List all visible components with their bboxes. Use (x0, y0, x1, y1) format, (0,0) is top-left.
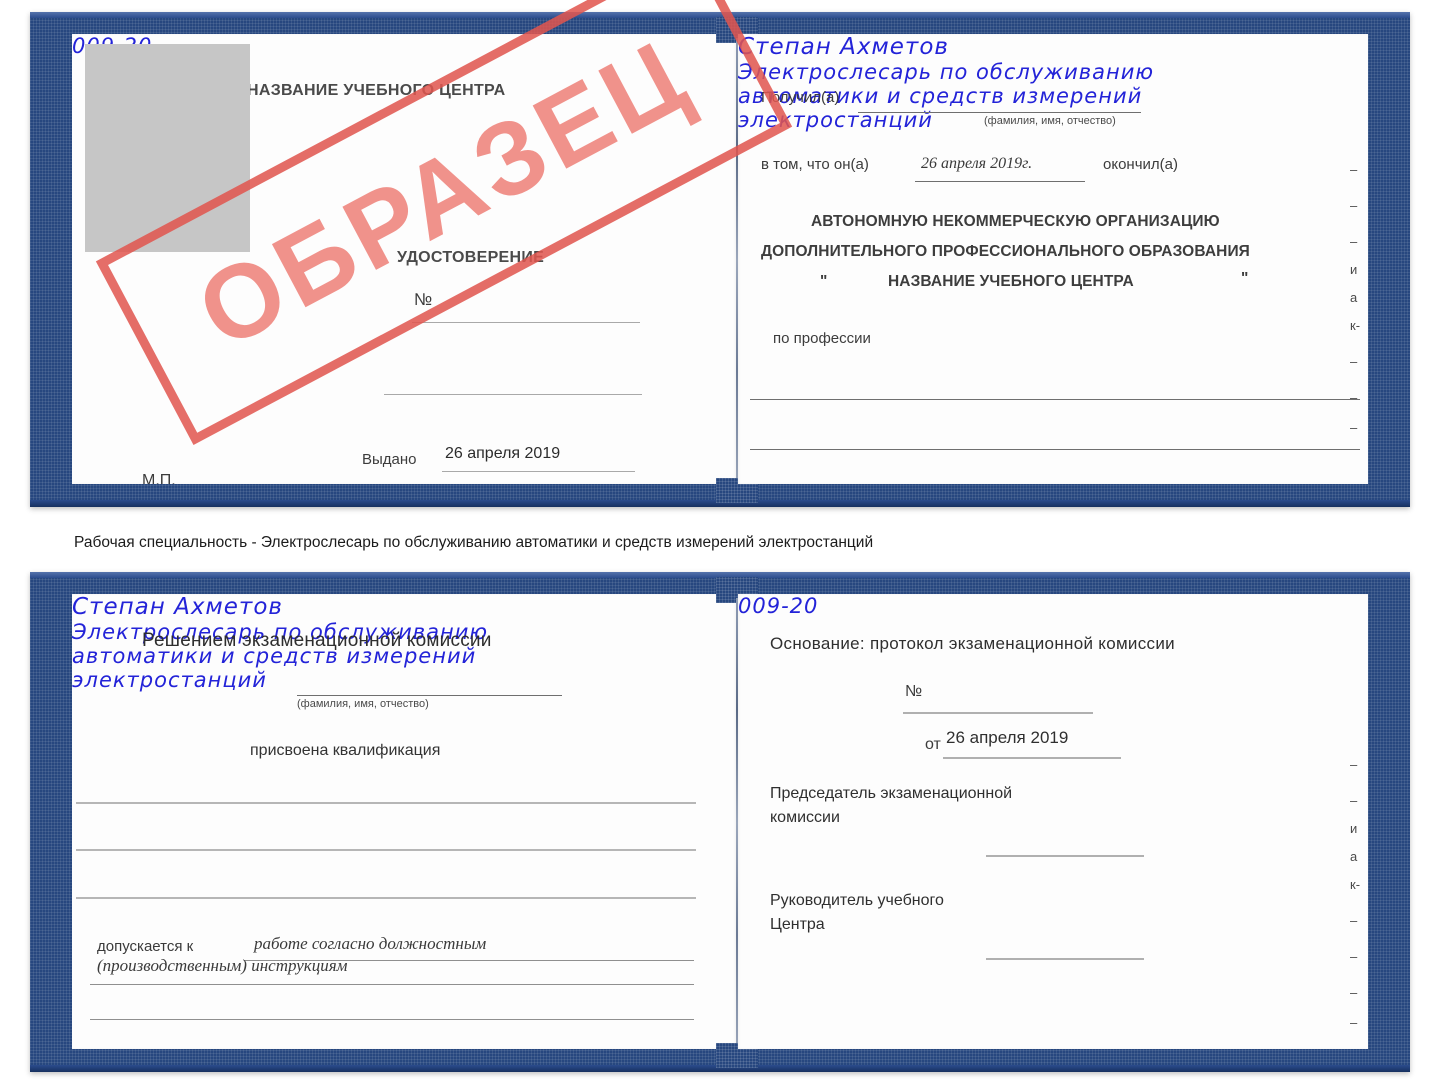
margin-mark: – (1350, 234, 1358, 249)
issued-label-top: Выдано (362, 451, 417, 468)
allowed-rule-2 (90, 984, 694, 985)
basis-label: Основание: протокол экзаменационной коми… (770, 634, 1175, 653)
margin-marks-bottom: – – и а к- – – – – (1350, 757, 1376, 1057)
name-rule-bottom (297, 695, 562, 696)
margin-mark: и (1350, 262, 1358, 277)
caption-text: Рабочая специальность - Электрослесарь п… (74, 534, 874, 551)
org-quote-close: " (1241, 270, 1249, 287)
seal-label-top: М.П. (142, 472, 176, 484)
org-line-2: ДОПОЛНИТЕЛЬНОГО ПРОФЕССИОНАЛЬНОГО ОБРАЗО… (761, 243, 1250, 260)
decision-title: Решением экзаменационной комиссии (142, 630, 492, 651)
margin-mark: к- (1350, 877, 1361, 892)
qualification-rule-1 (76, 802, 696, 804)
in-that-label: в том, что он(а) (761, 156, 869, 173)
received-label: Получил(а) (761, 89, 840, 106)
org-line-3: НАЗВАНИЕ УЧЕБНОГО ЦЕНТРА (888, 273, 1134, 290)
allowed-line-1: работе согласно должностным (254, 934, 487, 953)
margin-mark: а (1350, 290, 1358, 305)
completion-date: 26 апреля 2019г. (921, 155, 1033, 172)
protocol-number-rule (903, 712, 1093, 714)
protocol-date-value: 26 апреля 2019 (946, 728, 1069, 747)
margin-mark: – (1350, 949, 1358, 964)
profession-line-1: Электрослесарь по обслуживанию (738, 60, 1155, 84)
margin-mark: – (1350, 757, 1358, 772)
number-rule-top (412, 322, 640, 323)
margin-mark: – (1350, 390, 1358, 405)
received-value: Степан Ахметов (738, 34, 949, 60)
name-hint-bottom: (фамилия, имя, отчество) (297, 698, 429, 710)
finished-label: окончил(а) (1103, 156, 1178, 173)
margin-mark: к- (1350, 318, 1361, 333)
margin-mark: – (1350, 420, 1358, 435)
margin-mark: – (1350, 913, 1358, 928)
profession-rule-1 (750, 399, 1360, 400)
certificate-bottom: Решением экзаменационной комиссии Степан… (30, 572, 1410, 1072)
margin-mark: – (1350, 198, 1358, 213)
protocol-date-rule (943, 757, 1121, 759)
name-hint-top: (фамилия, имя, отчество) (984, 115, 1116, 127)
completion-date-rule (915, 181, 1085, 182)
protocol-number-label: № (905, 683, 923, 700)
issued-value-top: 26 апреля 2019 (445, 445, 561, 462)
head-signature-rule (986, 958, 1144, 960)
photo-placeholder (85, 44, 250, 252)
number-label-top: № (414, 290, 433, 309)
received-rule (858, 112, 1141, 113)
certificate-top: НАЗВАНИЕ УЧЕБНОГО ЦЕНТРА УДОСТОВЕРЕНИЕ №… (30, 12, 1410, 507)
chairman-line-2: комиссии (770, 809, 840, 826)
org-quote-open: " (820, 273, 828, 290)
qualification-line-3: электростанций (72, 668, 267, 692)
margin-mark: – (1350, 985, 1358, 1000)
protocol-number-value: 009-20 (738, 594, 819, 618)
org-line-1: АВТОНОМНУЮ НЕКОММЕРЧЕСКУЮ ОРГАНИЗАЦИЮ (811, 213, 1220, 230)
blank-rule-top-1 (384, 394, 642, 395)
qualification-rule-3 (76, 897, 696, 899)
margin-mark: – (1350, 162, 1358, 177)
allowed-rule-3 (90, 1019, 694, 1020)
margin-mark: – (1350, 793, 1358, 808)
profession-rule-2 (750, 449, 1360, 450)
top-right-page: Получил(а) Степан Ахметов (фамилия, имя,… (738, 34, 1368, 484)
allowed-line-2: (производственным) инструкциям (97, 956, 348, 975)
head-line-2: Центра (770, 916, 825, 933)
head-line-1: Руководитель учебного (770, 892, 944, 909)
qualification-label: присвоена квалификация (250, 742, 441, 759)
top-left-page: НАЗВАНИЕ УЧЕБНОГО ЦЕНТРА УДОСТОВЕРЕНИЕ №… (72, 34, 736, 484)
margin-mark: – (1350, 1015, 1358, 1030)
student-name-bottom: Степан Ахметов (72, 594, 283, 620)
margin-mark: – (1350, 354, 1358, 369)
chairman-line-1: Председатель экзаменационной (770, 785, 1013, 802)
training-center-name-top: НАЗВАНИЕ УЧЕБНОГО ЦЕНТРА (247, 82, 506, 99)
bottom-left-page: Решением экзаменационной комиссии Степан… (72, 594, 736, 1049)
chairman-signature-rule (986, 855, 1144, 857)
issued-rule-top (442, 471, 635, 472)
qualification-rule-2 (76, 849, 696, 851)
margin-mark: и (1350, 821, 1358, 836)
margin-mark: а (1350, 849, 1358, 864)
profession-label: по профессии (773, 330, 871, 347)
bottom-right-page: Основание: протокол экзаменационной коми… (738, 594, 1368, 1049)
margin-marks-top: – – – и а к- – – – (1350, 162, 1376, 462)
allowed-label: допускается к (97, 938, 194, 955)
document-title-top: УДОСТОВЕРЕНИЕ (397, 249, 545, 266)
protocol-date-label: от (925, 736, 941, 753)
